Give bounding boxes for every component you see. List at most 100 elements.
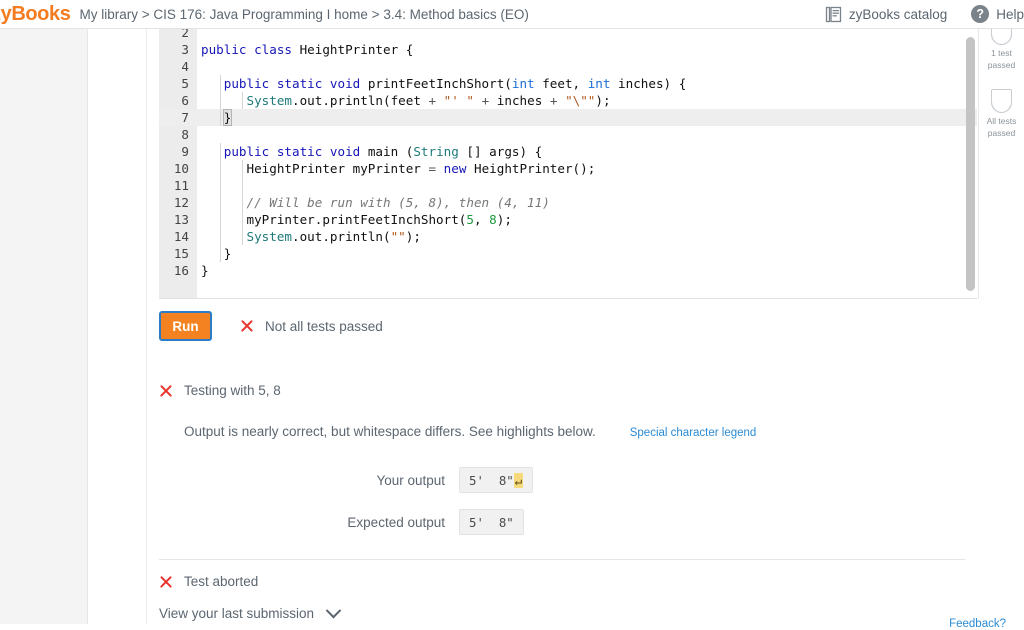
- code-line[interactable]: 6 System.out.println(feet + "' " + inche…: [159, 92, 977, 109]
- code-token: );: [497, 212, 512, 227]
- top-navigation-bar: zyBooks My library > CIS 176: Java Progr…: [0, 0, 1024, 29]
- testing-case-label: Testing with 5, 8: [184, 383, 281, 398]
- code-token: int: [512, 76, 535, 91]
- your-output-label: Your output: [184, 473, 459, 488]
- line-number: 12: [159, 194, 189, 211]
- code-token: }: [201, 246, 231, 261]
- line-number: 10: [159, 160, 189, 177]
- zybooks-logo[interactable]: zyBooks: [0, 4, 70, 24]
- code-token: public: [201, 42, 254, 57]
- code-text: // Will be run with (5, 8), then (4, 11): [201, 194, 550, 211]
- test-aborted-label: Test aborted: [184, 574, 258, 589]
- code-text: }: [201, 109, 231, 126]
- main-content: 23public class HeightPrinter {45 public …: [148, 29, 1024, 624]
- expected-output-box: 5' 8": [459, 509, 524, 535]
- code-token: [436, 93, 444, 108]
- view-last-submission-toggle[interactable]: View your last submission: [159, 606, 339, 621]
- help-link[interactable]: ? Help: [971, 5, 1024, 23]
- indent-guide: [242, 177, 243, 194]
- code-token: );: [595, 93, 610, 108]
- code-text: System.out.println(feet + "' " + inches …: [201, 92, 611, 109]
- test-chip-label: 1 test passed: [988, 47, 1015, 71]
- line-number: 7: [159, 109, 189, 126]
- code-token: .out.println(: [292, 229, 391, 244]
- code-token: .out.println(feet: [292, 93, 428, 108]
- x-mark-icon: [240, 320, 253, 333]
- line-number: 3: [159, 41, 189, 58]
- code-token: [201, 195, 247, 210]
- your-output-row: Your output 5' 8"↵: [184, 467, 533, 493]
- code-line[interactable]: 2: [159, 29, 977, 41]
- run-button[interactable]: Run: [159, 311, 212, 341]
- code-token: inches) {: [610, 76, 686, 91]
- code-line[interactable]: 9 public static void main (String [] arg…: [159, 143, 977, 160]
- code-lines[interactable]: 23public class HeightPrinter {45 public …: [159, 29, 977, 299]
- test-progress-chips: 1 test passed All tests passed: [978, 29, 1024, 299]
- code-token: +: [428, 93, 436, 108]
- code-token: static: [277, 76, 330, 91]
- editor-scrollbar-thumb[interactable]: [966, 37, 975, 291]
- code-line[interactable]: 8: [159, 126, 977, 143]
- your-output-value: 5' 8": [469, 473, 514, 488]
- expected-output-row: Expected output 5' 8": [184, 509, 524, 535]
- code-token: class: [254, 42, 300, 57]
- code-token: 8: [489, 212, 497, 227]
- question-mark-icon: ?: [971, 5, 989, 23]
- code-line[interactable]: 7 }: [159, 109, 977, 126]
- code-token: [] args) {: [459, 144, 542, 159]
- code-line[interactable]: 15 }: [159, 245, 977, 262]
- code-line[interactable]: 11: [159, 177, 977, 194]
- x-mark-icon: [159, 384, 172, 397]
- code-token: main (: [368, 144, 414, 159]
- code-token: [201, 110, 224, 125]
- topbar-right-group: zyBooks catalog ? Help: [801, 5, 1024, 23]
- code-editor[interactable]: 23public class HeightPrinter {45 public …: [159, 29, 977, 299]
- code-token: int: [588, 76, 611, 91]
- code-token: [201, 76, 224, 91]
- newline-highlight-glyph: ↵: [514, 473, 523, 488]
- code-token: new: [444, 161, 467, 176]
- code-line[interactable]: 5 public static void printFeetInchShort(…: [159, 75, 977, 92]
- code-line[interactable]: 14 System.out.println("");: [159, 228, 977, 245]
- code-token: [201, 229, 247, 244]
- special-character-legend-link[interactable]: Special character legend: [630, 427, 757, 439]
- matching-brace: }: [224, 110, 232, 125]
- code-text: HeightPrinter myPrinter = new HeightPrin…: [201, 160, 595, 177]
- code-token: 5: [466, 212, 474, 227]
- code-line[interactable]: 3public class HeightPrinter {: [159, 41, 977, 58]
- code-token: System: [247, 93, 293, 108]
- zybooks-catalog-link[interactable]: zyBooks catalog: [825, 6, 947, 23]
- breadcrumb[interactable]: My library > CIS 176: Java Programming I…: [79, 7, 528, 22]
- code-text: public static void main (String [] args)…: [201, 143, 542, 160]
- code-text: System.out.println("");: [201, 228, 421, 245]
- code-line[interactable]: 13 myPrinter.printFeetInchShort(5, 8);: [159, 211, 977, 228]
- x-mark-icon: [159, 575, 172, 588]
- code-text: myPrinter.printFeetInchShort(5, 8);: [201, 211, 512, 228]
- code-line[interactable]: 4: [159, 58, 977, 75]
- code-token: [474, 93, 482, 108]
- code-token: "' ": [444, 93, 474, 108]
- line-number: 6: [159, 92, 189, 109]
- code-token: public: [224, 144, 277, 159]
- line-number: 5: [159, 75, 189, 92]
- code-token: "\"": [565, 93, 595, 108]
- line-number: 4: [159, 58, 189, 75]
- test-aborted-row: Test aborted: [159, 574, 258, 589]
- code-token: =: [428, 161, 436, 176]
- code-line[interactable]: 10 HeightPrinter myPrinter = new HeightP…: [159, 160, 977, 177]
- code-token: HeightPrinter();: [466, 161, 595, 176]
- code-token: printFeetInchShort(: [368, 76, 512, 91]
- code-token: ,: [474, 212, 489, 227]
- feedback-link[interactable]: Feedback?: [949, 618, 1006, 630]
- code-line[interactable]: 16}: [159, 262, 977, 279]
- line-number: 11: [159, 177, 189, 194]
- code-token: [201, 144, 224, 159]
- test-chip[interactable]: All tests passed: [979, 89, 1024, 139]
- code-token: );: [406, 229, 421, 244]
- code-text: }: [201, 245, 231, 262]
- code-text: }: [201, 262, 209, 279]
- code-token: inches: [489, 93, 550, 108]
- code-line[interactable]: 12 // Will be run with (5, 8), then (4, …: [159, 194, 977, 211]
- code-token: [201, 93, 247, 108]
- code-token: [557, 93, 565, 108]
